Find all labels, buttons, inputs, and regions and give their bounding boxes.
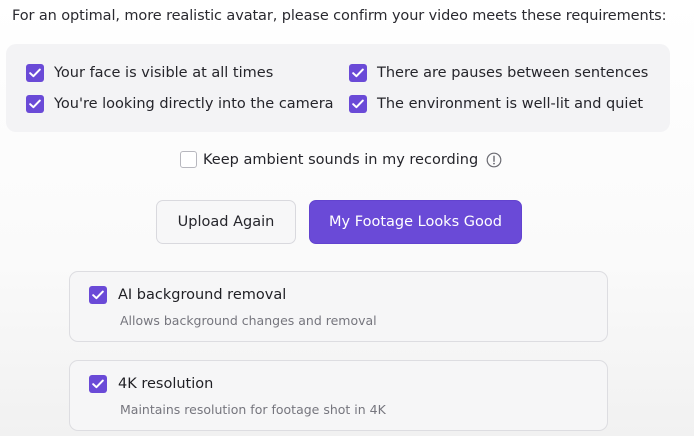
checkbox-checked[interactable] bbox=[349, 64, 367, 82]
checkbox-checked[interactable] bbox=[89, 286, 107, 304]
checkmark-icon bbox=[92, 379, 104, 389]
checkbox-checked[interactable] bbox=[349, 95, 367, 113]
checkmark-icon bbox=[352, 99, 364, 109]
requirements-intro: For an optimal, more realistic avatar, p… bbox=[12, 8, 667, 24]
option-title: AI background removal bbox=[118, 287, 287, 303]
option-card-4k-resolution[interactable]: 4K resolution Maintains resolution for f… bbox=[69, 360, 608, 431]
option-description: Maintains resolution for footage shot in… bbox=[120, 402, 386, 417]
info-icon[interactable] bbox=[486, 152, 502, 168]
checkbox-checked[interactable] bbox=[26, 95, 44, 113]
checkmark-icon bbox=[29, 99, 41, 109]
option-description: Allows background changes and removal bbox=[120, 313, 377, 328]
checkbox-checked[interactable] bbox=[26, 64, 44, 82]
ambient-sounds-option[interactable]: Keep ambient sounds in my recording bbox=[180, 151, 502, 168]
requirement-pauses[interactable]: There are pauses between sentences bbox=[349, 64, 648, 82]
option-card-ai-background-removal[interactable]: AI background removal Allows background … bbox=[69, 271, 608, 342]
requirement-face-visible[interactable]: Your face is visible at all times bbox=[26, 64, 273, 82]
ambient-sounds-label: Keep ambient sounds in my recording bbox=[203, 151, 479, 168]
checkmark-icon bbox=[352, 68, 364, 78]
requirement-label: There are pauses between sentences bbox=[377, 65, 649, 81]
option-title: 4K resolution bbox=[118, 376, 214, 392]
requirement-label: You're looking directly into the camera bbox=[54, 96, 334, 112]
requirement-label: The environment is well-lit and quiet bbox=[377, 96, 644, 112]
checkmark-icon bbox=[92, 290, 104, 300]
ambient-sounds-checkbox[interactable] bbox=[180, 151, 197, 168]
checkbox-checked[interactable] bbox=[89, 375, 107, 393]
requirement-label: Your face is visible at all times bbox=[54, 65, 274, 81]
checkmark-icon bbox=[29, 68, 41, 78]
footage-looks-good-button[interactable]: My Footage Looks Good bbox=[309, 200, 522, 244]
requirement-looking-camera[interactable]: You're looking directly into the camera bbox=[26, 95, 334, 113]
requirement-well-lit[interactable]: The environment is well-lit and quiet bbox=[349, 95, 643, 113]
requirements-panel: Your face is visible at all times There … bbox=[6, 44, 670, 132]
upload-again-button[interactable]: Upload Again bbox=[156, 200, 296, 244]
